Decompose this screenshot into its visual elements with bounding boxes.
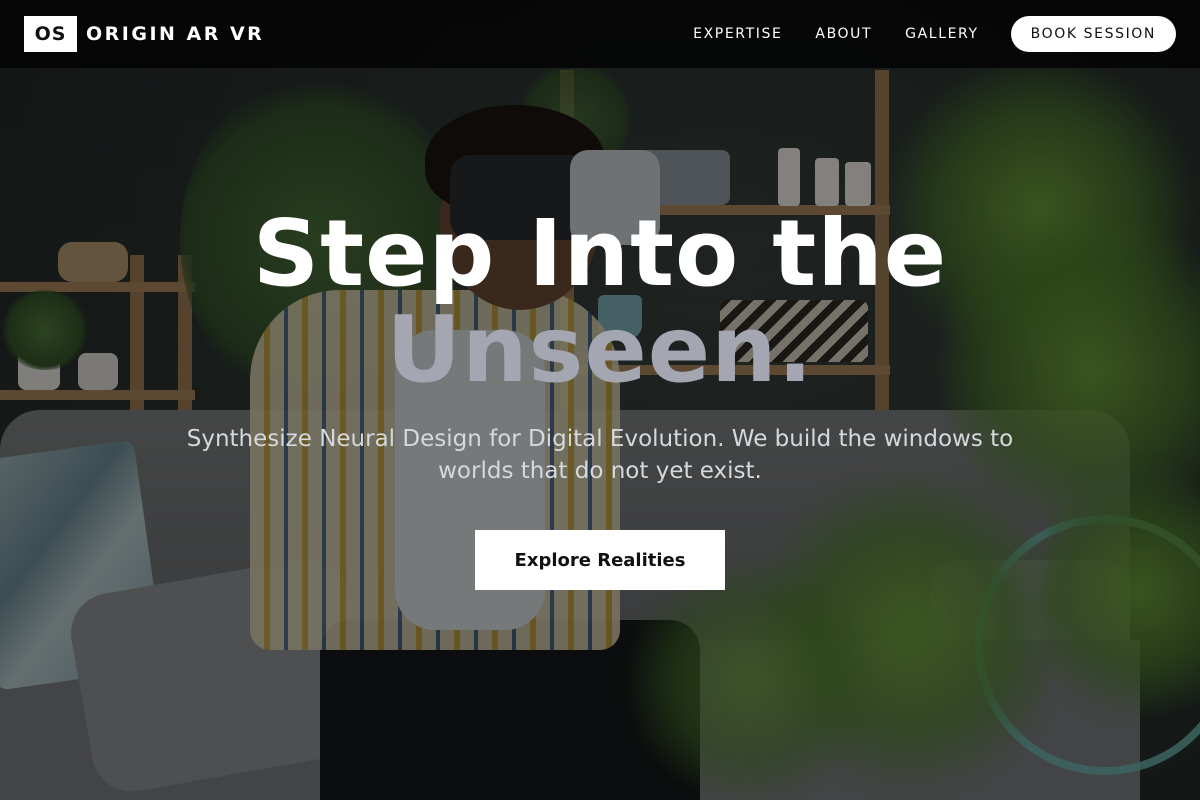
hero-headline-line2: Unseen. — [386, 296, 814, 403]
nav-link-about[interactable]: ABOUT — [815, 26, 872, 42]
hero-headline-line1: Step Into the — [252, 200, 948, 307]
top-navbar: OS ORIGIN AR VR EXPERTISE ABOUT GALLERY … — [0, 0, 1200, 68]
nav-link-expertise[interactable]: EXPERTISE — [693, 26, 782, 42]
hero-headline: Step Into the Unseen. — [0, 206, 1200, 398]
nav-link-gallery[interactable]: GALLERY — [905, 26, 978, 42]
book-session-button[interactable]: BOOK SESSION — [1010, 16, 1176, 52]
hero-subtitle: Synthesize Neural Design for Digital Evo… — [186, 426, 1014, 484]
brand-name: ORIGIN AR VR — [86, 23, 265, 45]
brand-logo[interactable]: OS ORIGIN AR VR — [24, 16, 264, 52]
hero-section: Step Into the Unseen. Synthesize Neural … — [0, 68, 1200, 800]
logo-mark: OS — [24, 16, 77, 52]
nav-links: EXPERTISE ABOUT GALLERY BOOK SESSION — [693, 16, 1176, 52]
explore-realities-button[interactable]: Explore Realities — [475, 530, 725, 590]
